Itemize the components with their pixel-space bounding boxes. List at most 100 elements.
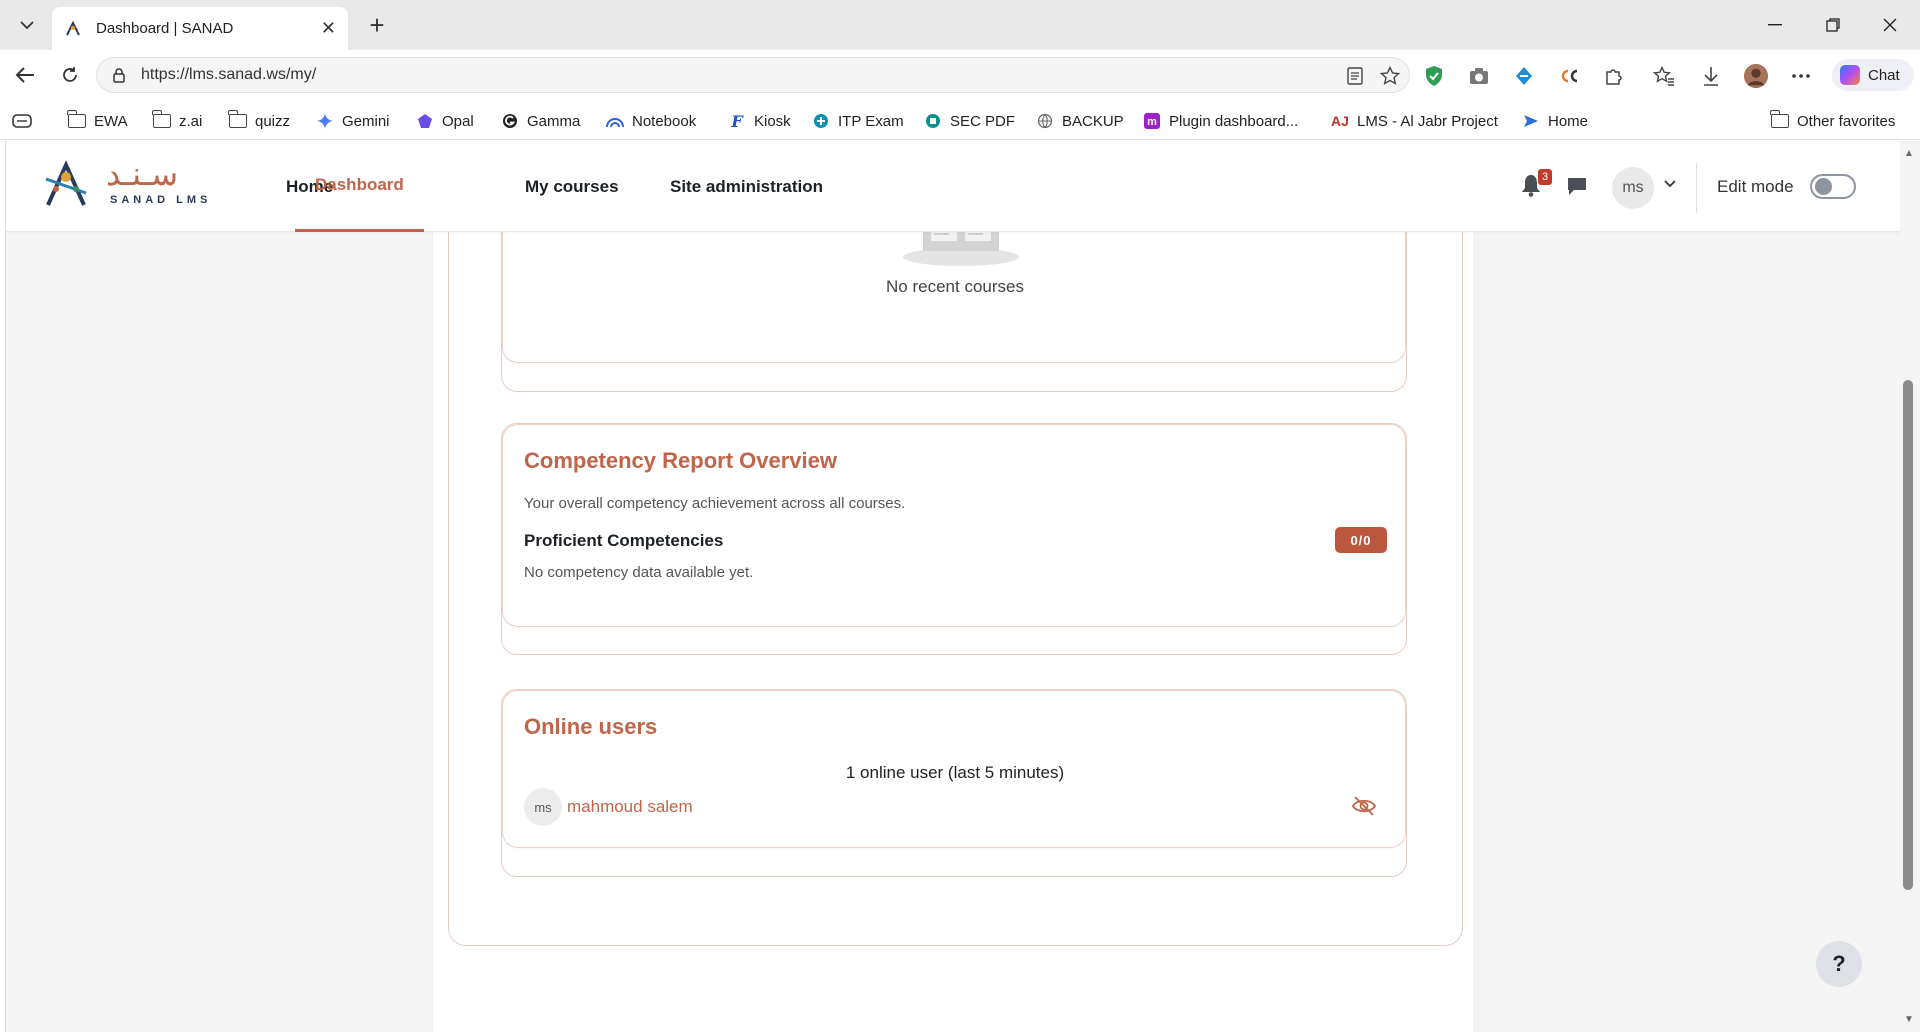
sec-icon: [924, 112, 942, 130]
more-menu-icon[interactable]: [1788, 63, 1814, 89]
bookmark-label: ITP Exam: [838, 112, 904, 130]
window-close-icon[interactable]: [1870, 10, 1910, 40]
online-users-block: Online users 1 online user (last 5 minut…: [501, 689, 1407, 877]
other-favorites-label: Other favorites: [1797, 112, 1896, 130]
bookmark-label: Plugin dashboard...: [1169, 112, 1299, 130]
sanad-logo[interactable]: سـنـد SANAD LMS: [42, 155, 232, 215]
restore-icon[interactable]: [1813, 10, 1853, 40]
folder-icon: [67, 110, 86, 130]
header-divider: [1696, 163, 1697, 213]
no-recent-courses-text: No recent courses: [886, 277, 1024, 296]
favorite-star-icon[interactable]: [1380, 66, 1400, 86]
bookmark-item[interactable]: ITP Exam: [812, 110, 904, 132]
notebook-icon: [606, 112, 624, 130]
moodle-icon: m: [1143, 112, 1161, 130]
url-text: https://lms.sanad.ws/my/: [141, 66, 317, 83]
downloads-icon[interactable]: [1698, 63, 1724, 89]
address-bar[interactable]: https://lms.sanad.ws/my/: [96, 57, 1410, 93]
nav-my-courses[interactable]: My courses: [525, 141, 619, 232]
bookmarks-panel-icon[interactable]: [12, 110, 32, 132]
chat-label: Chat: [1868, 66, 1900, 84]
competency-block: Competency Report Overview Your overall …: [501, 423, 1407, 655]
globe-icon: [1036, 112, 1054, 130]
gamma-icon: [501, 112, 519, 130]
tab-title: Dashboard | SANAD: [96, 20, 234, 37]
bookmark-label: EWA: [94, 112, 128, 130]
online-user-name-link[interactable]: mahmoud salem: [567, 797, 693, 817]
extensions-puzzle-icon[interactable]: [1601, 63, 1627, 89]
bookmark-item[interactable]: BACKUP: [1036, 110, 1124, 132]
page-viewport: No recent courses Competency Report Over…: [5, 141, 1900, 1032]
bookmark-item[interactable]: z.ai: [152, 110, 203, 132]
bookmark-label: Kiosk: [754, 112, 791, 130]
competency-title: Competency Report Overview: [524, 448, 837, 473]
favorites-icon[interactable]: [1651, 63, 1677, 89]
shield-extension-icon[interactable]: [1421, 63, 1447, 89]
bookmark-label: quizz: [255, 112, 291, 130]
bookmark-item[interactable]: SEC PDF: [924, 110, 1015, 132]
messages-icon[interactable]: [1566, 175, 1588, 197]
online-users-title: Online users: [524, 714, 658, 739]
bookmark-label: SEC PDF: [950, 112, 1016, 130]
bookmark-item[interactable]: Gamma: [501, 110, 580, 132]
bookmark-label: BACKUP: [1062, 112, 1124, 130]
copilot-icon: [1840, 65, 1860, 85]
visibility-hidden-icon[interactable]: [1351, 795, 1377, 817]
scroll-down-icon[interactable]: ▼: [1900, 1012, 1918, 1026]
competency-card: Competency Report Overview Your overall …: [502, 424, 1406, 627]
user-menu-avatar[interactable]: ms: [1612, 167, 1654, 209]
bookmark-extension-icon[interactable]: [1511, 63, 1537, 89]
bookmark-label: z.ai: [179, 112, 203, 130]
competency-count-badge: 0/0: [1335, 527, 1387, 553]
new-tab-plus-icon[interactable]: +: [362, 10, 392, 40]
nav-dashboard[interactable]: Dashboard: [295, 141, 424, 232]
tab-close-icon[interactable]: ✕: [321, 18, 336, 39]
user-menu-chevron-down-icon[interactable]: [1664, 177, 1676, 191]
bookmark-item[interactable]: Home: [1522, 110, 1588, 132]
logo-arabic-text: سـنـد: [106, 155, 179, 193]
bookmark-label: Gemini: [342, 112, 390, 130]
site-header: سـنـد SANAD LMS Home Dashboard My course…: [6, 141, 1900, 232]
bookmark-label: Opal: [442, 112, 474, 130]
site-info-icon[interactable]: [111, 67, 127, 83]
svg-text:m: m: [1147, 116, 1157, 128]
folder-icon: [228, 110, 247, 130]
tab-list-chevron-icon[interactable]: [10, 8, 44, 42]
minimize-icon[interactable]: [1755, 10, 1795, 40]
notification-count-badge: 3: [1538, 169, 1552, 185]
folder-icon: [1770, 110, 1789, 130]
sanad-favicon-icon: [64, 20, 82, 38]
bookmark-item[interactable]: quizz: [228, 110, 291, 132]
bookmark-label: Gamma: [527, 112, 581, 130]
opal-icon: [416, 112, 434, 130]
toggle-knob: [1815, 178, 1832, 195]
sanad-logo-mark-icon: [45, 160, 87, 206]
online-users-count: 1 online user (last 5 minutes): [845, 763, 1065, 782]
bookmark-item[interactable]: F Kiosk: [728, 110, 791, 132]
other-favorites[interactable]: Other favorites: [1770, 110, 1896, 132]
bookmark-label: Notebook: [632, 112, 697, 130]
nav-site-administration[interactable]: Site administration: [670, 141, 823, 232]
online-users-card: Online users 1 online user (last 5 minut…: [502, 690, 1406, 848]
copilot-chat-button[interactable]: Chat: [1832, 59, 1914, 91]
reload-icon[interactable]: [55, 60, 85, 90]
profile-avatar-icon[interactable]: [1743, 63, 1769, 89]
reader-view-icon[interactable]: [1345, 66, 1365, 86]
bookmark-item[interactable]: Opal: [416, 110, 474, 132]
help-button[interactable]: ?: [1816, 941, 1862, 987]
logo-english-text: SANAD LMS: [110, 194, 212, 206]
avatar[interactable]: ms: [524, 788, 562, 826]
edit-mode-toggle[interactable]: [1810, 174, 1856, 199]
scroll-up-icon[interactable]: ▲: [1900, 146, 1918, 160]
bookmark-item[interactable]: m Plugin dashboard...: [1143, 110, 1298, 132]
bookmark-item[interactable]: Notebook: [606, 110, 696, 132]
bookmark-item[interactable]: Gemini: [316, 110, 390, 132]
camera-extension-icon[interactable]: [1466, 63, 1492, 89]
browser-tab-active[interactable]: Dashboard | SANAD ✕: [52, 7, 348, 50]
bookmark-item[interactable]: AJ LMS - Al Jabr Project: [1331, 110, 1498, 132]
bookmark-item[interactable]: EWA: [67, 110, 128, 132]
cc-extension-icon[interactable]: [1556, 63, 1582, 89]
back-arrow-icon[interactable]: [10, 60, 40, 90]
scrollbar-thumb[interactable]: [1903, 380, 1913, 890]
bookmark-label: LMS - Al Jabr Project: [1357, 112, 1498, 130]
